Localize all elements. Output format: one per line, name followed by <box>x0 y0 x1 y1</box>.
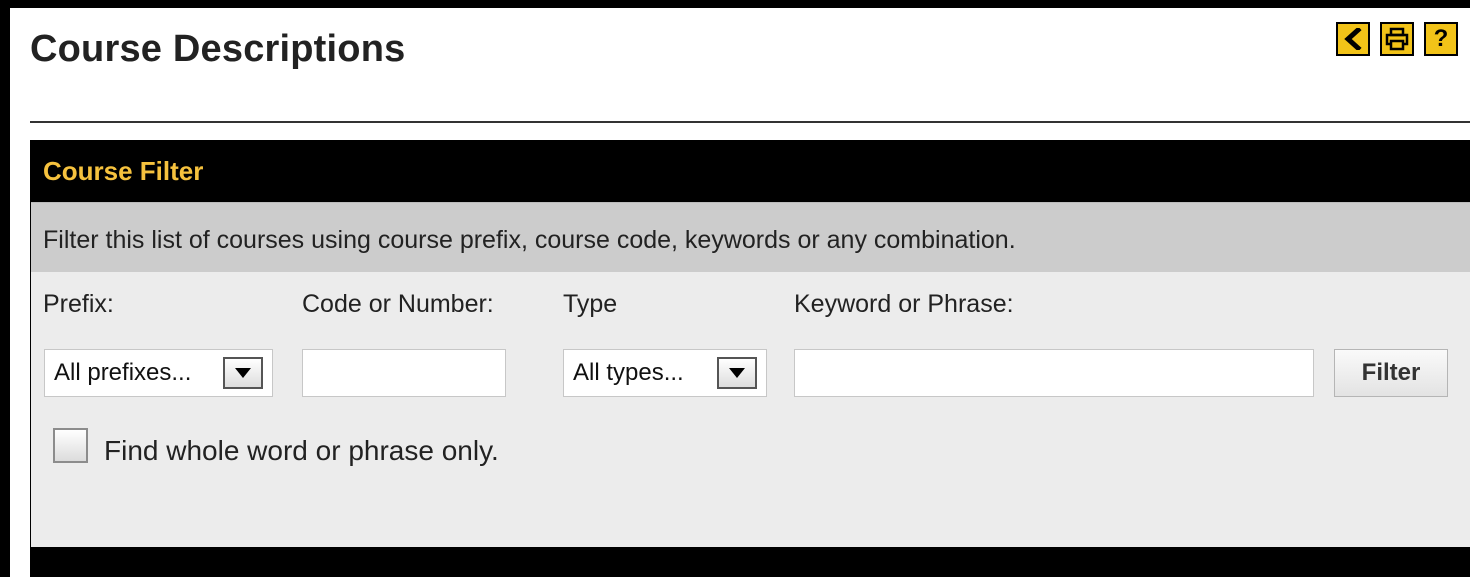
chevron-down-icon[interactable] <box>223 357 263 389</box>
code-input[interactable] <box>302 349 506 397</box>
course-descriptions-page: Course Descriptions ? Course Filter Filt… <box>10 8 1470 577</box>
course-filter-heading: Course Filter <box>43 156 204 186</box>
type-label: Type <box>563 290 618 318</box>
code-label: Code or Number: <box>302 290 494 318</box>
whole-word-checkbox[interactable] <box>53 428 88 463</box>
keyword-label: Keyword or Phrase: <box>794 290 1014 318</box>
whole-word-label: Find whole word or phrase only. <box>104 435 499 466</box>
prefix-select[interactable]: All prefixes... <box>44 349 273 397</box>
prefix-select-value: All prefixes... <box>54 359 192 386</box>
keyword-input[interactable] <box>794 349 1314 397</box>
toolbar: ? <box>1336 22 1458 56</box>
filter-button[interactable]: Filter <box>1334 349 1448 397</box>
course-filter-panel: Course Filter Filter this list of course… <box>30 140 1470 577</box>
page-title: Course Descriptions <box>30 28 406 70</box>
help-icon[interactable]: ? <box>1424 22 1458 56</box>
title-divider <box>30 121 1470 123</box>
course-filter-form: Prefix: Code or Number: Type Keyword or … <box>31 272 1470 547</box>
prefix-label: Prefix: <box>43 290 114 318</box>
type-select[interactable]: All types... <box>563 349 767 397</box>
chevron-down-icon[interactable] <box>717 357 757 389</box>
course-filter-description: Filter this list of courses using course… <box>31 202 1470 272</box>
course-filter-footer <box>30 547 1470 577</box>
type-select-value: All types... <box>573 359 684 386</box>
share-icon[interactable] <box>1336 22 1370 56</box>
help-icon-glyph: ? <box>1433 25 1449 52</box>
print-icon[interactable] <box>1380 22 1414 56</box>
